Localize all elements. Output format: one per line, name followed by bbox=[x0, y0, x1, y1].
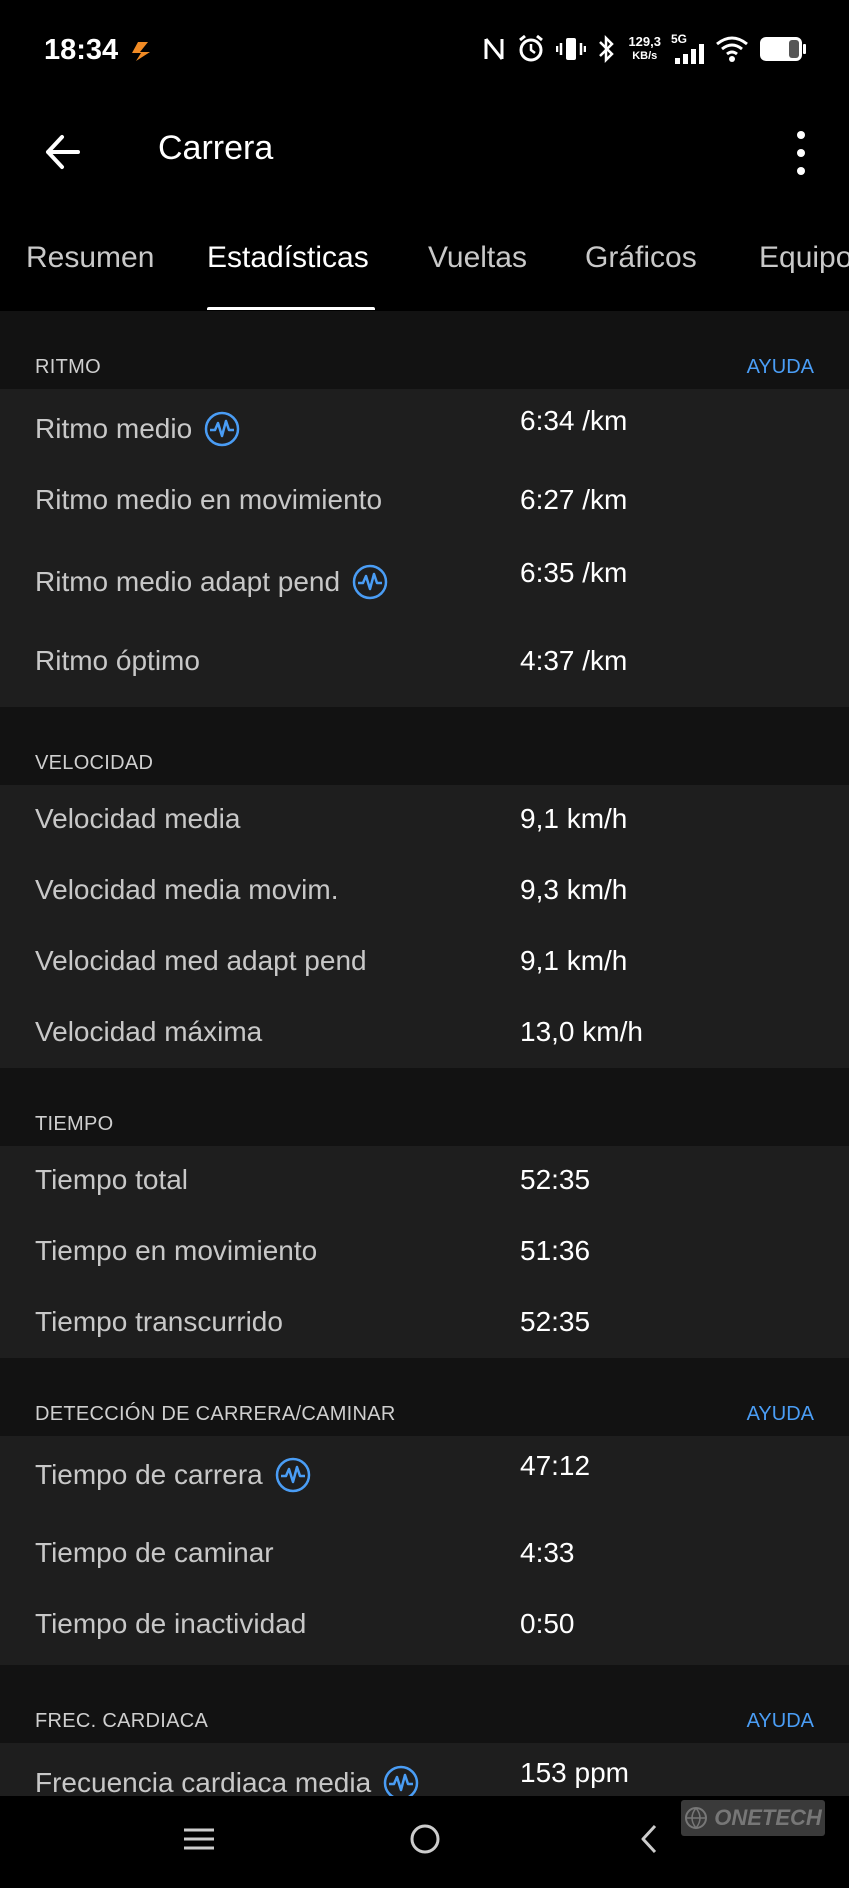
stat-label: Velocidad máxima bbox=[35, 1016, 263, 1047]
section-deteccion: Tiempo de carrera 47:12 Tiempo de camina… bbox=[0, 1436, 849, 1665]
help-link[interactable]: AYUDA bbox=[747, 1403, 814, 1426]
stat-row: Ritmo medio 6:34 /km bbox=[0, 389, 849, 460]
page-title: Carrera bbox=[158, 129, 274, 167]
stat-row: Ritmo medio en movimiento 6:27 /km bbox=[0, 468, 849, 539]
section-title: DETECCIÓN DE CARRERA/CAMINAR bbox=[35, 1403, 396, 1425]
stat-row: Tiempo de inactividad 0:50 bbox=[0, 1592, 849, 1663]
stat-label: Tiempo total bbox=[35, 1164, 189, 1195]
home-circle-icon[interactable] bbox=[408, 1822, 442, 1856]
tab-bar: Resumen Estadísticas Vueltas Gráficos Eq… bbox=[0, 215, 849, 310]
section-frec: Frecuencia cardiaca media 153 ppm bbox=[0, 1743, 849, 1796]
stat-label: Ritmo medio en movimiento bbox=[35, 484, 383, 515]
stat-label: Velocidad media bbox=[35, 803, 241, 834]
tab-resumen[interactable]: Resumen bbox=[26, 241, 154, 275]
stat-value: 6:34 /km bbox=[520, 405, 628, 436]
stat-label: Ritmo medio bbox=[35, 411, 240, 447]
section-header-deteccion: DETECCIÓN DE CARRERA/CAMINAR AYUDA bbox=[0, 1358, 849, 1436]
stat-label: Velocidad med adapt pend bbox=[35, 945, 367, 976]
section-tiempo: Tiempo total 52:35 Tiempo en movimiento … bbox=[0, 1146, 849, 1358]
section-title: VELOCIDAD bbox=[35, 752, 154, 774]
bluetooth-icon bbox=[599, 34, 615, 64]
wave-icon[interactable] bbox=[204, 411, 240, 447]
back-arrow-icon[interactable] bbox=[40, 127, 90, 177]
active-tab-indicator bbox=[207, 307, 375, 310]
wave-icon[interactable] bbox=[352, 564, 388, 600]
stat-label: Tiempo transcurrido bbox=[35, 1306, 283, 1337]
stat-value: 51:36 bbox=[520, 1235, 591, 1266]
section-velocidad: Velocidad media 9,1 km/h Velocidad media… bbox=[0, 785, 849, 1068]
wave-icon[interactable] bbox=[383, 1765, 419, 1796]
stat-row: Velocidad máxima 13,0 km/h bbox=[0, 998, 849, 1069]
stat-value: 4:37 /km bbox=[520, 645, 628, 676]
stat-value: 9,3 km/h bbox=[520, 874, 628, 905]
menu-icon[interactable] bbox=[182, 1822, 216, 1856]
status-icons: 129,3 KB/s 5G bbox=[482, 32, 807, 64]
stat-label: Frecuencia cardiaca media bbox=[35, 1765, 419, 1796]
battery-icon bbox=[760, 37, 806, 61]
wave-icon[interactable] bbox=[275, 1457, 311, 1493]
alarm-icon bbox=[519, 34, 544, 62]
stat-value: 0:50 bbox=[520, 1608, 575, 1639]
stat-row: Tiempo de caminar 4:33 bbox=[0, 1521, 849, 1592]
stat-label: Velocidad media movim. bbox=[35, 874, 339, 905]
stat-value: 4:33 bbox=[520, 1537, 575, 1568]
stat-label: Ritmo óptimo bbox=[35, 645, 200, 676]
stat-row: Ritmo medio adapt pend 6:35 /km bbox=[0, 547, 849, 618]
section-header-ritmo: RITMO AYUDA bbox=[0, 311, 849, 389]
watermark-logo: ONETECH bbox=[681, 1800, 825, 1836]
stat-value: 52:35 bbox=[520, 1306, 591, 1337]
stat-label: Ritmo medio adapt pend bbox=[35, 564, 388, 600]
stat-label: Tiempo de inactividad bbox=[35, 1608, 307, 1639]
stat-label: Tiempo de caminar bbox=[35, 1537, 274, 1568]
section-header-velocidad: VELOCIDAD bbox=[0, 707, 849, 785]
stat-value: 6:27 /km bbox=[520, 484, 628, 515]
stat-value: 153 ppm bbox=[520, 1757, 629, 1788]
watermark-text: ONETECH bbox=[714, 1805, 822, 1830]
stat-value: 9,1 km/h bbox=[520, 803, 628, 834]
stat-row: Tiempo total 52:35 bbox=[0, 1146, 849, 1217]
stat-row: Frecuencia cardiaca media 153 ppm bbox=[0, 1743, 849, 1796]
stat-row: Velocidad med adapt pend 9,1 km/h bbox=[0, 927, 849, 998]
stat-value: 13,0 km/h bbox=[520, 1016, 643, 1047]
status-bar: 18:34 129,3 KB/s 5G bbox=[0, 0, 849, 105]
stats-content[interactable]: RITMO AYUDA Ritmo medio 6:34 /km Ritmo m… bbox=[0, 311, 849, 1796]
net-speed: 129,3 KB/s bbox=[628, 35, 661, 63]
stat-row: Velocidad media movim. 9,3 km/h bbox=[0, 856, 849, 927]
help-link[interactable]: AYUDA bbox=[747, 356, 814, 379]
vibrate-icon bbox=[556, 38, 587, 60]
tab-equipo[interactable]: Equipo bbox=[759, 241, 849, 275]
app-bar: Carrera bbox=[0, 105, 849, 215]
net-speed-unit: KB/s bbox=[632, 50, 658, 62]
wifi-icon bbox=[716, 36, 748, 62]
stat-row: Tiempo en movimiento 51:36 bbox=[0, 1217, 849, 1288]
nfc-icon bbox=[484, 38, 504, 60]
stat-value: 47:12 bbox=[520, 1450, 591, 1481]
section-title: RITMO bbox=[35, 356, 101, 378]
status-time: 18:34 bbox=[44, 34, 119, 66]
stat-label: Tiempo en movimiento bbox=[35, 1235, 318, 1266]
stat-row: Ritmo óptimo 4:37 /km bbox=[0, 629, 849, 700]
section-header-tiempo: TIEMPO bbox=[0, 1068, 849, 1146]
stat-row: Tiempo transcurrido 52:35 bbox=[0, 1288, 849, 1359]
section-title: FREC. CARDIACA bbox=[35, 1710, 209, 1732]
stat-row: Velocidad media 9,1 km/h bbox=[0, 785, 849, 856]
help-link[interactable]: AYUDA bbox=[747, 1710, 814, 1733]
stat-value: 9,1 km/h bbox=[520, 945, 628, 976]
back-triangle-icon[interactable] bbox=[633, 1822, 667, 1856]
stat-row: Tiempo de carrera 47:12 bbox=[0, 1436, 849, 1507]
signal-icon: 5G bbox=[671, 32, 705, 64]
tab-vueltas[interactable]: Vueltas bbox=[428, 241, 527, 275]
stat-label: Tiempo de carrera bbox=[35, 1457, 311, 1493]
section-header-frec: FREC. CARDIACA AYUDA bbox=[0, 1665, 849, 1743]
watermark-globe-icon bbox=[685, 1807, 708, 1830]
app-notification-icon bbox=[132, 42, 150, 61]
more-vert-icon[interactable] bbox=[786, 123, 816, 183]
section-ritmo: Ritmo medio 6:34 /km Ritmo medio en movi… bbox=[0, 389, 849, 707]
tab-estadisticas[interactable]: Estadísticas bbox=[207, 241, 369, 275]
stat-value: 6:35 /km bbox=[520, 557, 628, 588]
stat-value: 52:35 bbox=[520, 1164, 591, 1195]
tab-graficos[interactable]: Gráficos bbox=[585, 241, 697, 275]
section-title: TIEMPO bbox=[35, 1113, 114, 1135]
net-speed-value: 129,3 bbox=[628, 34, 661, 49]
